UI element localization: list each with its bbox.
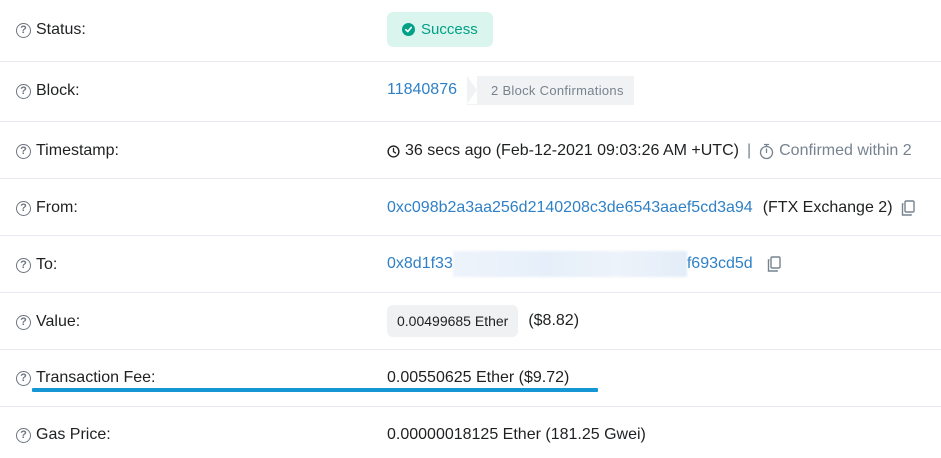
value-amount-pill: 0.00499685 Ether xyxy=(387,305,519,337)
question-circle-icon[interactable]: ? xyxy=(16,143,31,159)
to-label-row: ? To: xyxy=(16,256,57,274)
question-circle-icon[interactable]: ? xyxy=(16,370,31,386)
value-label-row: ? Value: xyxy=(16,313,80,331)
gas-label: Gas Price: xyxy=(36,426,111,443)
timestamp-label: Timestamp: xyxy=(36,142,119,159)
copy-icon[interactable] xyxy=(767,256,781,272)
value-value: 0.00499685 Ether ($8.82) xyxy=(387,305,579,337)
block-confirmations-badge: 2 Block Confirmations xyxy=(467,76,634,105)
status-text: Success xyxy=(421,21,478,38)
divider xyxy=(0,121,941,122)
clock-icon xyxy=(387,144,400,158)
from-name: (FTX Exchange 2) xyxy=(762,199,893,216)
divider xyxy=(0,235,941,236)
stopwatch-icon xyxy=(759,143,774,160)
divider xyxy=(0,406,941,407)
question-circle-icon[interactable]: ? xyxy=(16,83,31,99)
timestamp-text: 36 secs ago (Feb-12-2021 09:03:26 AM +UT… xyxy=(405,142,739,159)
question-circle-icon[interactable]: ? xyxy=(16,200,31,216)
question-circle-icon[interactable]: ? xyxy=(16,427,31,443)
to-value: 0x8d1f33 f693cd5d xyxy=(387,251,781,277)
status-label-row: ? Status: xyxy=(16,21,86,39)
highlight-underline xyxy=(32,388,598,392)
fee-value: 0.00550625 Ether ($9.72) xyxy=(387,369,569,387)
block-label: Block: xyxy=(36,82,80,99)
confirmed-within-text: Confirmed within 2 xyxy=(779,142,912,159)
redacted-address-blur xyxy=(452,251,687,277)
check-circle-icon xyxy=(402,23,415,36)
divider xyxy=(0,292,941,293)
copy-icon[interactable] xyxy=(901,200,915,216)
divider xyxy=(0,61,941,62)
from-label-row: ? From: xyxy=(16,199,78,217)
status-value: Success xyxy=(387,12,493,47)
status-badge: Success xyxy=(387,12,493,47)
gas-label-row: ? Gas Price: xyxy=(16,426,111,444)
divider xyxy=(0,178,941,179)
to-label: To: xyxy=(36,256,58,273)
block-value: 11840876 2 Block Confirmations xyxy=(387,76,634,105)
gas-value: 0.00000018125 Ether (181.25 Gwei) xyxy=(387,426,646,444)
timestamp-separator: | xyxy=(746,142,752,159)
fee-label-row: ? Transaction Fee: xyxy=(16,369,155,387)
from-label: From: xyxy=(36,199,78,216)
question-circle-icon[interactable]: ? xyxy=(16,22,31,38)
timestamp-label-row: ? Timestamp: xyxy=(16,142,119,160)
from-value: 0xc098b2a3aa256d2140208c3de6543aaef5cd3a… xyxy=(387,199,915,217)
timestamp-value: 36 secs ago (Feb-12-2021 09:03:26 AM +UT… xyxy=(387,142,912,160)
divider xyxy=(0,349,941,350)
block-label-row: ? Block: xyxy=(16,82,80,100)
gas-amount: 0.00000018125 Ether (181.25 Gwei) xyxy=(387,426,646,443)
from-address-link[interactable]: 0xc098b2a3aa256d2140208c3de6543aaef5cd3a… xyxy=(387,199,753,217)
to-address-end[interactable]: f693cd5d xyxy=(687,255,753,273)
question-circle-icon[interactable]: ? xyxy=(16,257,31,273)
value-usd: ($8.82) xyxy=(528,312,580,329)
fee-label: Transaction Fee: xyxy=(36,369,156,386)
question-circle-icon[interactable]: ? xyxy=(16,314,31,330)
fee-amount: 0.00550625 Ether ($9.72) xyxy=(387,369,570,386)
value-label: Value: xyxy=(36,313,81,330)
block-number-link[interactable]: 11840876 xyxy=(387,81,457,99)
status-label: Status: xyxy=(36,21,86,38)
to-address-start[interactable]: 0x8d1f33 xyxy=(387,255,453,273)
